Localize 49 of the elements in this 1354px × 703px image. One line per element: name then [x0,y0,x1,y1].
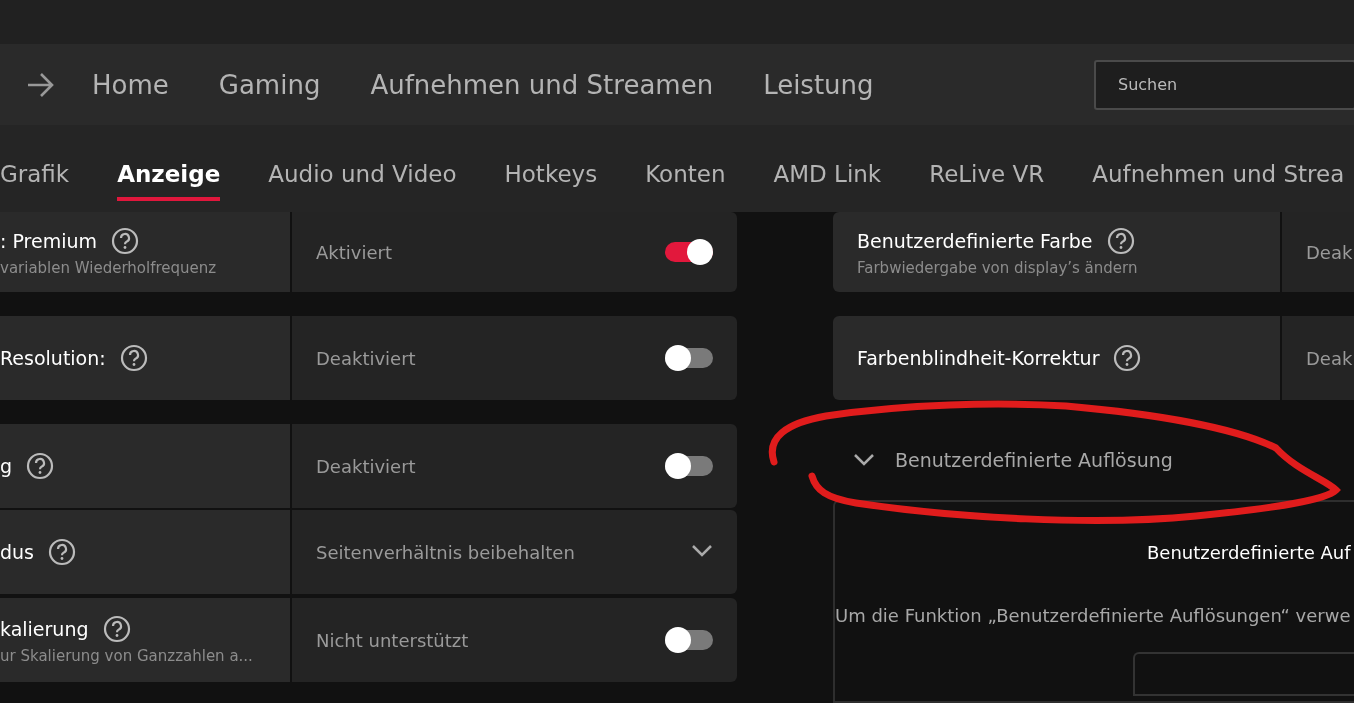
tab[interactable]: ReLive VR [929,150,1045,201]
setting-label: Resolution: [0,347,106,369]
tab[interactable]: AMD Link [773,150,882,201]
panel-title: Benutzerdefinierte Auf [1147,542,1352,563]
help-icon[interactable] [119,344,148,372]
setting-value: Deaktiviert [316,455,416,477]
tab[interactable]: Grafik [0,150,70,201]
section-title: Benutzerdefinierte Auflösung [895,449,1173,471]
setting-label: kalierung [0,618,89,640]
help-icon[interactable] [48,538,76,566]
tab[interactable]: Konten [645,150,726,201]
toggle-switch[interactable] [665,242,713,262]
setting-value: Seitenverhältnis beibehalten [316,541,575,563]
forward-arrow-icon[interactable] [26,71,56,98]
setting-label: Benutzerdefinierte Farbe [857,230,1093,252]
setting-description: ur Skalierung von Ganzzahlen a... [0,647,254,665]
setting-description: Farbwiedergabe von display’s ändern [857,259,1139,277]
panel-text: Um die Funktion „Benutzerdefinierte Auflösungen“ verwe [835,605,1352,626]
section-expander[interactable]: Benutzerdefinierte Auflösung [853,440,1354,480]
tab[interactable]: Hotkeys [504,150,598,201]
setting-value: Deaktiviert [316,347,416,369]
tab[interactable]: Aufnehmen und Strea [1092,150,1345,201]
setting-description: variablen Wiederholfrequenz [0,259,218,277]
tab[interactable]: Anzeige [117,150,221,201]
help-icon[interactable] [111,227,139,255]
setting-label: : Premium [0,230,97,252]
chevron-down-icon [691,543,713,558]
setting-value: Deak [1306,347,1353,369]
tab[interactable]: Audio und Video [268,150,457,201]
search-field[interactable]: Suchen [1094,59,1354,110]
help-icon[interactable] [1106,227,1135,255]
setting-value: Deak [1306,241,1353,263]
help-icon[interactable] [26,452,55,480]
help-icon[interactable] [102,615,131,643]
toggle-switch[interactable] [665,630,713,650]
setting-value-cell[interactable]: Seitenverhältnis beibehalten [292,510,737,594]
setting-label: dus [0,541,34,563]
setting-label: Farbenblindheit-Korrektur [857,347,1100,369]
setting-value: Aktiviert [316,241,392,263]
help-icon[interactable] [1113,344,1142,372]
toggle-switch[interactable] [665,456,713,476]
nav-link[interactable]: Leistung [763,69,874,100]
toggle-switch[interactable] [665,348,713,368]
setting-label: g [0,455,13,477]
nav-link[interactable]: Aufnehmen und Streamen [370,69,714,100]
nav-link[interactable]: Home [92,69,169,100]
setting-value: Nicht unterstützt [316,629,469,651]
nav-link[interactable]: Gaming [218,69,321,100]
input-field[interactable] [1133,652,1354,696]
